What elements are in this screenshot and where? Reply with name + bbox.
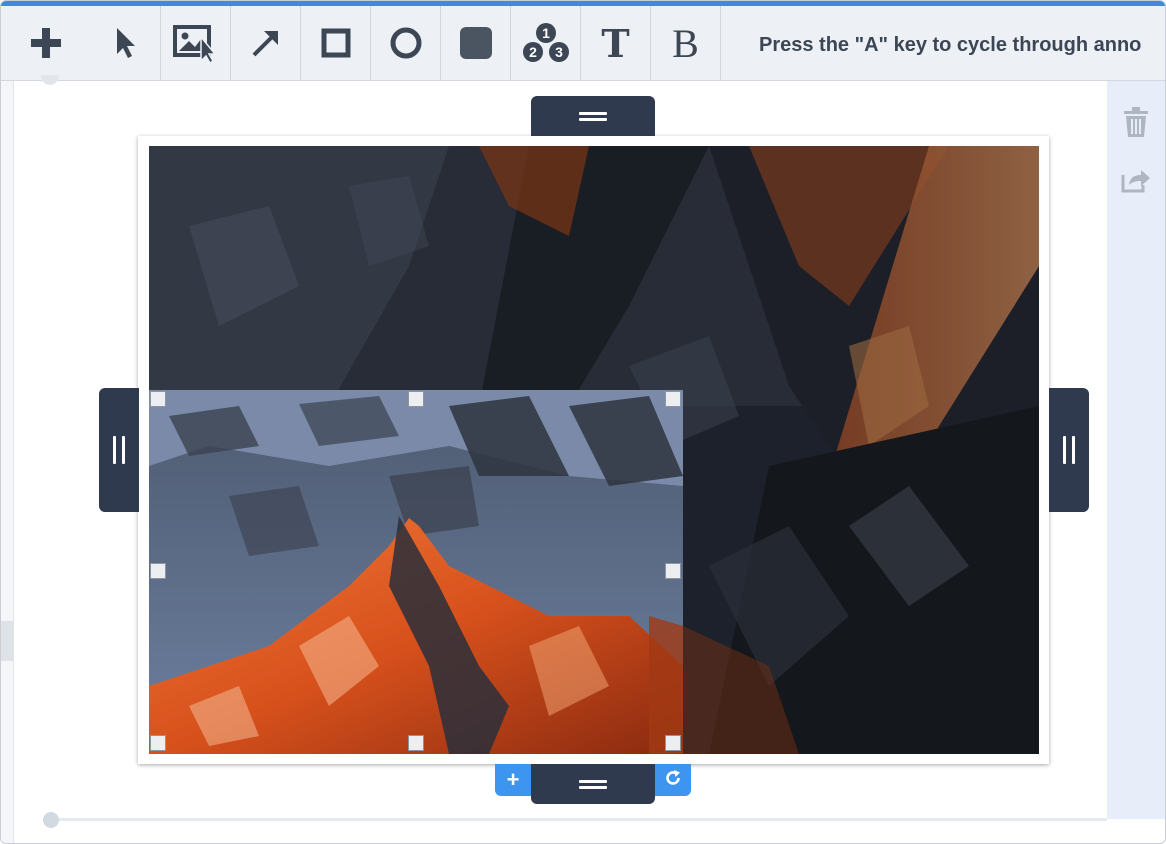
badge-1-label: 1 bbox=[542, 25, 550, 41]
rectangle-tool-button[interactable] bbox=[301, 6, 371, 80]
resize-handle-top-right[interactable] bbox=[665, 391, 681, 407]
app-window: 1 2 3 T B Press the "A" key to cycle thr… bbox=[0, 0, 1166, 844]
plus-icon bbox=[29, 26, 63, 60]
zoom-slider-track[interactable] bbox=[45, 818, 1107, 821]
select-tool-button[interactable] bbox=[91, 6, 161, 80]
toolbar: 1 2 3 T B Press the "A" key to cycle thr… bbox=[1, 6, 1165, 81]
arrow-tool-button[interactable] bbox=[231, 6, 301, 80]
add-canvas-button[interactable]: + bbox=[495, 764, 531, 796]
numbered-badges-icon: 1 2 3 bbox=[521, 21, 571, 65]
resize-handle-bottom[interactable] bbox=[408, 735, 424, 751]
drag-bars-icon bbox=[579, 109, 607, 124]
arrow-icon bbox=[250, 27, 282, 59]
resize-handle-bottom-right[interactable] bbox=[665, 735, 681, 751]
square-outline-icon bbox=[321, 28, 351, 58]
zoom-slider-knob[interactable] bbox=[43, 812, 59, 828]
resize-handle-bottom-left[interactable] bbox=[150, 735, 166, 751]
canvas-resize-handle-left[interactable] bbox=[99, 388, 139, 512]
crop-selection[interactable] bbox=[149, 390, 683, 754]
share-icon[interactable] bbox=[1121, 165, 1151, 195]
filled-square-icon bbox=[459, 26, 493, 60]
left-edge-mark bbox=[1, 621, 13, 661]
image-cursor-icon bbox=[172, 23, 219, 63]
canvas-resize-handle-bottom[interactable] bbox=[531, 764, 655, 804]
canvas-resize-handle-right[interactable] bbox=[1049, 388, 1089, 512]
toolbar-hint: Press the "A" key to cycle through anno bbox=[759, 34, 1142, 56]
trash-icon[interactable] bbox=[1121, 107, 1151, 137]
scroll-knob-top[interactable] bbox=[41, 75, 59, 85]
filled-rectangle-tool-button[interactable] bbox=[441, 6, 511, 80]
drag-bars-icon bbox=[1060, 436, 1078, 464]
image-select-tool-button[interactable] bbox=[161, 6, 231, 80]
text-tool-button[interactable]: T bbox=[581, 6, 651, 80]
side-panel bbox=[1107, 81, 1165, 819]
bold-text-tool-button[interactable]: B bbox=[651, 6, 721, 80]
text-t-icon: T bbox=[601, 20, 630, 66]
resize-handle-top-left[interactable] bbox=[150, 391, 166, 407]
ellipse-tool-button[interactable] bbox=[371, 6, 441, 80]
text-b-icon: B bbox=[672, 20, 699, 66]
add-tool-button[interactable] bbox=[1, 6, 91, 80]
circle-outline-icon bbox=[389, 26, 423, 60]
drag-bars-icon bbox=[579, 777, 607, 792]
resize-handle-right[interactable] bbox=[665, 563, 681, 579]
numbered-steps-tool-button[interactable]: 1 2 3 bbox=[511, 6, 581, 80]
cursor-arrow-icon bbox=[113, 26, 139, 60]
badge-2-label: 2 bbox=[529, 44, 537, 60]
plus-icon: + bbox=[506, 767, 520, 792]
rotate-button[interactable] bbox=[655, 764, 691, 796]
rotate-icon bbox=[664, 767, 682, 793]
resize-handle-left[interactable] bbox=[150, 563, 166, 579]
drag-bars-icon bbox=[110, 436, 128, 464]
resize-handle-top[interactable] bbox=[408, 391, 424, 407]
badge-3-label: 3 bbox=[555, 44, 563, 60]
left-edge bbox=[1, 81, 14, 843]
canvas-resize-handle-top[interactable] bbox=[531, 96, 655, 136]
